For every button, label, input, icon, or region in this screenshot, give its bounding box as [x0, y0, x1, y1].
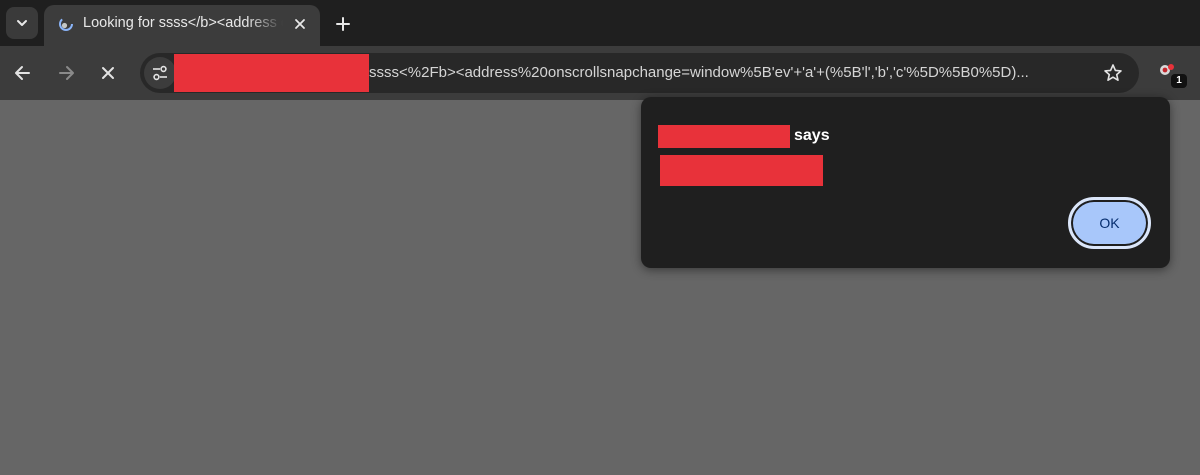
stop-icon	[102, 67, 114, 79]
forward-button[interactable]	[54, 61, 78, 85]
browser-toolbar: ssss<%2Fb><address%20onscrollsnapchange=…	[0, 46, 1200, 100]
close-icon	[295, 19, 305, 29]
redacted-message	[660, 155, 823, 186]
alert-dialog: says OK	[641, 97, 1170, 268]
tab-strip: Looking for ssss</b><address onscrollsna…	[0, 0, 1200, 46]
bookmark-button[interactable]	[1102, 62, 1124, 84]
site-settings-icon	[153, 65, 167, 81]
site-info-button[interactable]	[144, 57, 176, 89]
active-tab[interactable]: Looking for ssss</b><address onscrollsna…	[44, 5, 320, 46]
extension-badge: 1	[1171, 74, 1187, 88]
ok-button[interactable]: OK	[1068, 197, 1151, 249]
stop-button[interactable]	[96, 61, 120, 85]
tab-search-button[interactable]	[6, 7, 38, 39]
new-tab-button[interactable]	[330, 11, 356, 37]
tab-close-button[interactable]	[290, 14, 310, 34]
star-icon	[1104, 64, 1122, 81]
favicon-loading-icon	[59, 17, 73, 31]
redacted-origin	[658, 125, 790, 148]
extension-button[interactable]: 1	[1158, 62, 1188, 90]
back-button[interactable]	[11, 61, 35, 85]
chevron-down-icon	[17, 20, 27, 26]
plus-icon	[336, 17, 350, 31]
back-arrow-icon	[15, 66, 30, 80]
address-bar[interactable]: ssss<%2Fb><address%20onscrollsnapchange=…	[140, 53, 1139, 93]
dialog-says-label: says	[794, 127, 830, 144]
forward-arrow-icon	[59, 66, 74, 80]
redacted-domain	[174, 54, 369, 92]
url-text[interactable]: ssss<%2Fb><address%20onscrollsnapchange=…	[369, 64, 1029, 81]
tab-title: Looking for ssss</b><address onscrollsna…	[83, 15, 283, 31]
